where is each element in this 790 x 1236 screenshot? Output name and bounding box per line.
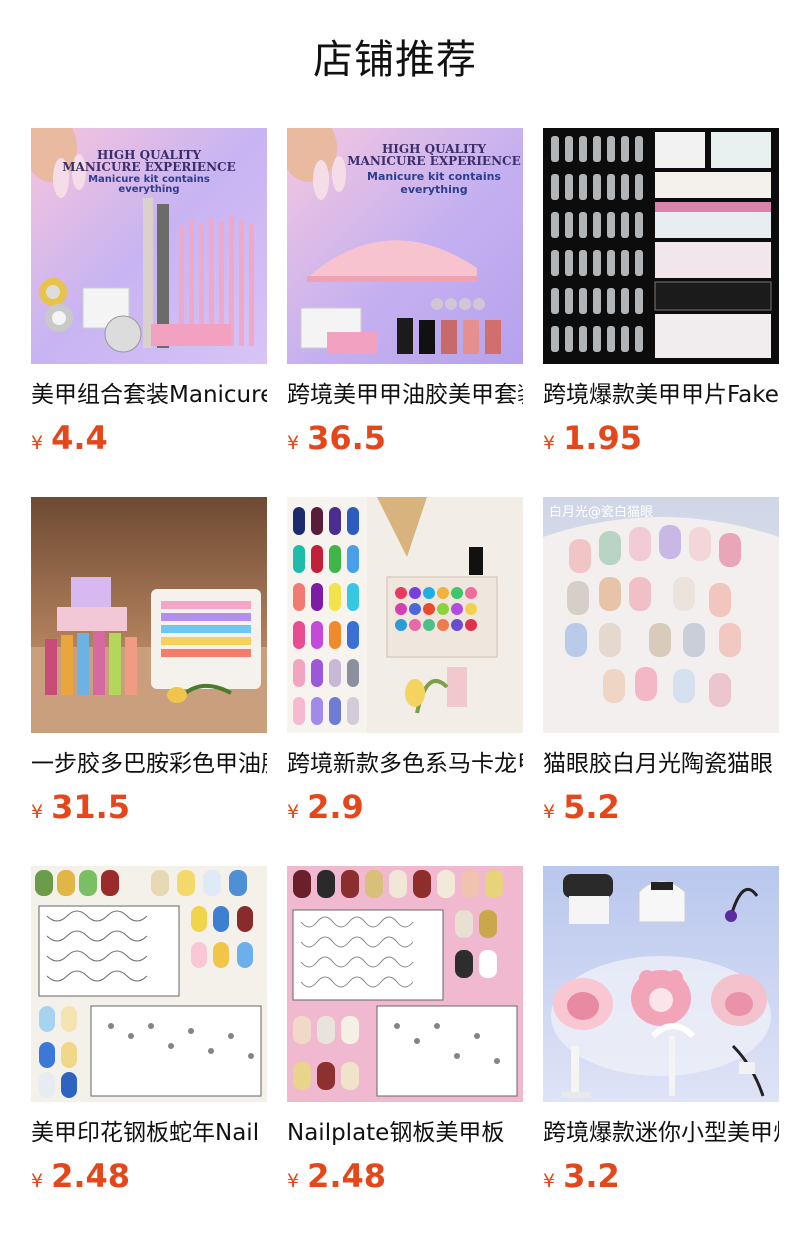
currency-symbol: ¥ [31, 432, 44, 454]
product-price: ¥3.2 [543, 1156, 779, 1202]
product-name: 跨境美甲甲油胶美甲套装 [287, 382, 523, 408]
price-value: 2.48 [307, 1157, 387, 1195]
product-card[interactable]: 跨境爆款迷你小型美甲灯 ¥3.2 [543, 866, 779, 1235]
banner-line: 白月光@瓷白猫眼 [549, 505, 654, 520]
product-image [543, 866, 779, 1102]
product-price: ¥4.4 [31, 418, 267, 464]
currency-symbol: ¥ [287, 801, 300, 823]
price-value: 1.95 [563, 419, 643, 457]
page-title: 店铺推荐 [313, 37, 477, 83]
banner-line: everything [400, 183, 468, 196]
price-value: 4.4 [51, 419, 108, 457]
product-name: 跨境新款多色系马卡龙甲油胶 [287, 751, 523, 777]
product-price: ¥2.48 [287, 1156, 523, 1202]
banner-line: MANICURE EXPERIENCE [347, 154, 521, 168]
product-price: ¥2.48 [31, 1156, 267, 1202]
store-recommendations-page: 店铺推荐 HIGH QUALITY MANICURE EXPERIENCE Ma… [0, 0, 790, 1236]
product-image [287, 866, 523, 1102]
price-value: 5.2 [563, 788, 620, 826]
price-value: 31.5 [51, 788, 131, 826]
product-card[interactable]: 跨境新款多色系马卡龙甲油胶 ¥2.9 [287, 497, 523, 866]
product-card[interactable]: HIGH QUALITY MANICURE EXPERIENCE Manicur… [31, 128, 267, 497]
currency-symbol: ¥ [31, 801, 44, 823]
product-image: 白月光@瓷白猫眼 [543, 497, 779, 733]
product-name: Nailplate钢板美甲板 [287, 1120, 505, 1146]
price-value: 2.48 [51, 1157, 131, 1195]
product-card[interactable]: 一步胶多巴胺彩色甲油胶 ¥31.5 [31, 497, 267, 866]
product-grid: HIGH QUALITY MANICURE EXPERIENCE Manicur… [31, 128, 781, 1235]
currency-symbol: ¥ [543, 1170, 556, 1192]
product-price: ¥5.2 [543, 787, 779, 833]
price-value: 3.2 [563, 1157, 620, 1195]
product-price: ¥2.9 [287, 787, 523, 833]
product-card[interactable]: 美甲印花钢板蛇年Nail plate ¥2.48 [31, 866, 267, 1235]
product-name: 美甲印花钢板蛇年Nail plate [31, 1120, 267, 1146]
currency-symbol: ¥ [287, 432, 300, 454]
product-price: ¥1.95 [543, 418, 779, 464]
banner-line: Manicure kit contains [367, 170, 501, 183]
product-image [31, 497, 267, 733]
product-name: 一步胶多巴胺彩色甲油胶 [31, 751, 267, 777]
product-name: 美甲组合套装Manicure kit [31, 382, 267, 408]
product-card[interactable]: 跨境爆款美甲甲片Fake nails ¥1.95 [543, 128, 779, 497]
product-image [31, 866, 267, 1102]
price-value: 2.9 [307, 788, 364, 826]
product-card[interactable]: HIGH QUALITY MANICURE EXPERIENCE Manicur… [287, 128, 523, 497]
product-price: ¥31.5 [31, 787, 267, 833]
currency-symbol: ¥ [543, 801, 556, 823]
product-image: HIGH QUALITY MANICURE EXPERIENCE Manicur… [287, 128, 523, 364]
product-price: ¥36.5 [287, 418, 523, 464]
banner-line: MANICURE EXPERIENCE [62, 160, 236, 174]
currency-symbol: ¥ [543, 432, 556, 454]
currency-symbol: ¥ [287, 1170, 300, 1192]
product-name: 猫眼胶白月光陶瓷猫眼 [543, 751, 773, 777]
product-card[interactable]: Nailplate钢板美甲板 ¥2.48 [287, 866, 523, 1235]
product-name: 跨境爆款美甲甲片Fake nails [543, 382, 779, 408]
product-card[interactable]: 白月光@瓷白猫眼 猫眼胶白月光陶瓷猫眼 ¥5.2 [543, 497, 779, 866]
currency-symbol: ¥ [31, 1170, 44, 1192]
product-image [287, 497, 523, 733]
product-image: HIGH QUALITY MANICURE EXPERIENCE Manicur… [31, 128, 267, 364]
price-value: 36.5 [307, 419, 387, 457]
product-name: 跨境爆款迷你小型美甲灯 [543, 1120, 779, 1146]
product-image [543, 128, 779, 364]
banner-line: everything [118, 184, 180, 195]
